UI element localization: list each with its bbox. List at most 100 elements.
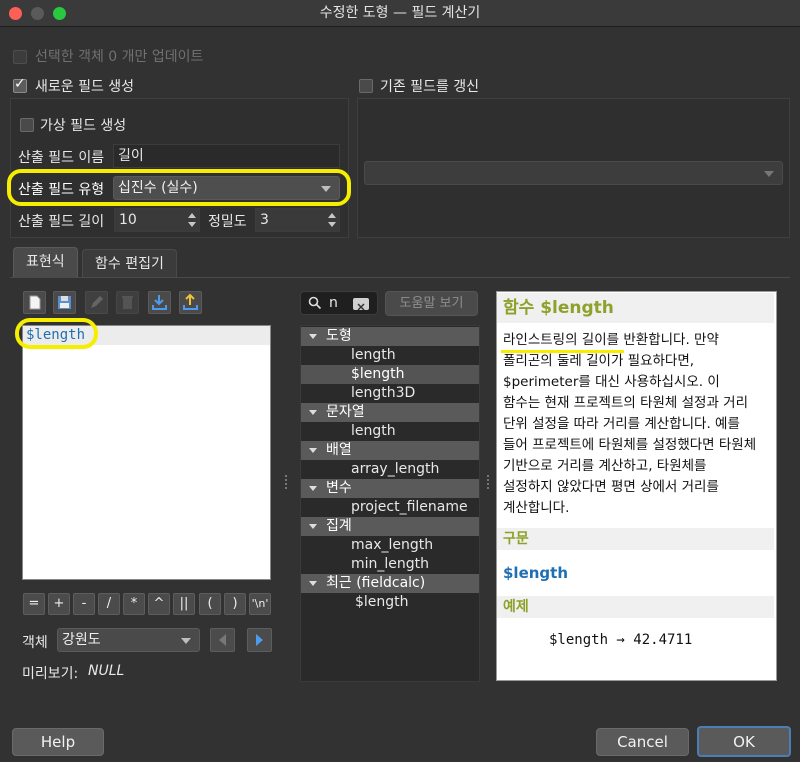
new-file-icon [29, 295, 41, 310]
tree-item-label: max_length [351, 537, 434, 553]
tree-item-selected[interactable]: $length [301, 365, 479, 384]
syntax-text: $length [503, 564, 569, 582]
tab-divider [10, 277, 790, 278]
tree-group-aggregates[interactable]: 집계 [301, 517, 479, 536]
output-field-name-label: 산출 필드 이름 [18, 150, 105, 166]
help-line: 함수는 현재 프로젝트의 타원체 설정과 거리 [503, 395, 749, 411]
next-feature-button[interactable] [247, 628, 272, 652]
previous-feature-button[interactable] [210, 628, 235, 652]
help-line: 라인스트링의 길이를 반환합니다. 만약 [503, 332, 719, 348]
help-button[interactable]: Help [12, 728, 104, 756]
operator-newline-button[interactable]: '\n' [249, 593, 271, 615]
tree-group-variables[interactable]: 변수 [301, 479, 479, 498]
preview-value: NULL [88, 663, 125, 679]
cancel-button[interactable]: Cancel [596, 728, 689, 756]
expand-icon[interactable] [309, 334, 317, 339]
operator-plus-button[interactable]: + [48, 593, 70, 615]
import-button[interactable] [148, 291, 171, 314]
precision-label: 정밀도 [208, 214, 247, 230]
title-bar: 수정한 도형 — 필드 계산기 [0, 0, 800, 27]
operator-multiply-button[interactable]: * [123, 593, 145, 615]
expand-icon[interactable] [309, 448, 317, 453]
operator-minus-button[interactable]: - [73, 593, 95, 615]
tree-item-label: length [351, 423, 396, 439]
splitter-handle[interactable] [285, 475, 287, 489]
help-underline-highlight [501, 350, 624, 353]
type-highlight [7, 169, 351, 206]
edit-button[interactable] [85, 291, 108, 314]
tree-item[interactable]: $length [301, 593, 479, 612]
operator-power-button[interactable]: ^ [148, 593, 170, 615]
output-field-length-label: 산출 필드 길이 [18, 214, 105, 230]
output-field-name-input[interactable]: 길이 [113, 144, 340, 168]
expand-icon[interactable] [309, 524, 317, 529]
tree-item-label: min_length [351, 556, 430, 572]
tab-expression[interactable]: 표현식 [13, 247, 78, 277]
tree-item[interactable]: length [301, 422, 479, 441]
show-help-button[interactable]: 도움말 보기 [385, 291, 478, 316]
update-existing-checkbox[interactable] [359, 79, 373, 93]
precision-value: 3 [260, 212, 269, 228]
tree-item-label: array_length [351, 461, 440, 477]
tree-item-label: length3D [351, 385, 416, 401]
create-new-field-label: 새로운 필드 생성 [35, 79, 135, 95]
tree-item[interactable]: max_length [301, 536, 479, 555]
tree-group-array[interactable]: 배열 [301, 441, 479, 460]
output-field-length-spinbox[interactable]: 10 [114, 208, 200, 232]
tree-item[interactable]: project_filename [301, 498, 479, 517]
tree-group-string[interactable]: 문자열 [301, 403, 479, 422]
expression-editor[interactable]: $length [22, 325, 271, 580]
tab-function-editor[interactable]: 함수 편집기 [82, 249, 177, 277]
spin-arrows-icon[interactable] [325, 209, 339, 231]
tree-group-label: 배열 [326, 442, 352, 458]
tree-item-label: project_filename [351, 499, 468, 515]
existing-field-select[interactable] [364, 161, 783, 185]
arrow-left-icon [219, 634, 226, 646]
download-icon [152, 295, 167, 310]
tree-group-label: 변수 [326, 480, 352, 496]
virtual-field-checkbox[interactable] [20, 118, 34, 132]
spin-arrows-icon[interactable] [185, 209, 199, 231]
ok-button[interactable]: OK [697, 726, 791, 757]
clear-search-icon[interactable] [353, 298, 369, 311]
tree-group-geometry[interactable]: 도형 [301, 327, 479, 346]
expand-icon[interactable] [309, 581, 317, 586]
help-line: 폴리곤의 둘레 길이가 필요하다면, [503, 353, 695, 369]
tree-item[interactable]: length3D [301, 384, 479, 403]
function-search-input[interactable]: n [300, 291, 378, 315]
expand-icon[interactable] [309, 486, 317, 491]
expand-icon[interactable] [309, 410, 317, 415]
help-line: 설정하지 않았다면 평면 상에서 거리를 [503, 479, 719, 495]
export-button[interactable] [179, 291, 202, 314]
search-icon [308, 296, 322, 310]
tree-item[interactable]: length [301, 346, 479, 365]
function-tree[interactable]: 도형 length $length length3D 문자열 length 배열… [300, 325, 480, 682]
splitter-handle[interactable] [487, 475, 489, 489]
help-title: 함수 $length [497, 293, 774, 323]
tree-group-recent[interactable]: 최근 (fieldcalc) [301, 574, 479, 593]
window-title: 수정한 도형 — 필드 계산기 [319, 5, 481, 21]
new-file-button[interactable] [23, 291, 46, 314]
update-selected-checkbox[interactable] [13, 50, 27, 64]
update-existing-label: 기존 필드를 갱신 [380, 79, 480, 95]
tree-item[interactable]: array_length [301, 460, 479, 479]
save-button[interactable] [53, 291, 76, 314]
tree-item[interactable]: min_length [301, 555, 479, 574]
upload-icon [183, 293, 198, 310]
tree-group-label: 집계 [326, 518, 352, 534]
expression-highlight [15, 318, 98, 349]
operator-divide-button[interactable]: / [98, 593, 120, 615]
help-line: 계산합니다. [503, 500, 570, 516]
precision-spinbox[interactable]: 3 [255, 208, 340, 232]
operator-close-paren-button[interactable]: ) [224, 593, 246, 615]
create-new-field-checkbox[interactable] [13, 76, 27, 93]
virtual-field-label: 가상 필드 생성 [40, 118, 127, 134]
operator-open-paren-button[interactable]: ( [199, 593, 221, 615]
operator-concat-button[interactable]: || [173, 593, 195, 615]
update-selected-label: 선택한 객체 0 개만 업데이트 [35, 49, 204, 65]
help-panel: 함수 $length 라인스트링의 길이를 반환합니다. 만약 폴리곤의 둘레 … [496, 291, 777, 681]
tree-group-label: 문자열 [326, 404, 365, 420]
operator-equals-button[interactable]: = [23, 593, 45, 615]
delete-button[interactable] [116, 291, 139, 314]
feature-select[interactable]: 강원도 [57, 628, 200, 652]
